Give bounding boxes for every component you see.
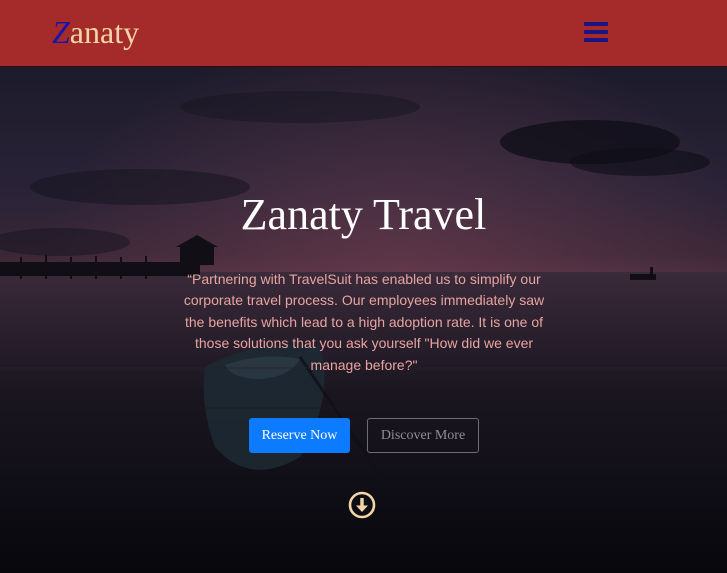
brand-initial: Z — [52, 14, 70, 50]
navbar: Zanaty — [0, 0, 727, 67]
hamburger-menu-icon[interactable] — [582, 19, 610, 45]
hero-title: Zanaty Travel — [240, 190, 487, 239]
brand-logo[interactable]: Zanaty — [52, 12, 139, 52]
arrow-circle-down-icon[interactable] — [348, 491, 376, 519]
hero-quote: “Partnering with TravelSuit has enabled … — [183, 271, 545, 373]
hero-section: Zanaty Travel “Partnering with TravelSui… — [0, 67, 727, 573]
discover-more-button[interactable]: Discover More — [367, 418, 479, 453]
brand-name: anaty — [69, 14, 140, 50]
reserve-now-button[interactable]: Reserve Now — [249, 418, 350, 453]
